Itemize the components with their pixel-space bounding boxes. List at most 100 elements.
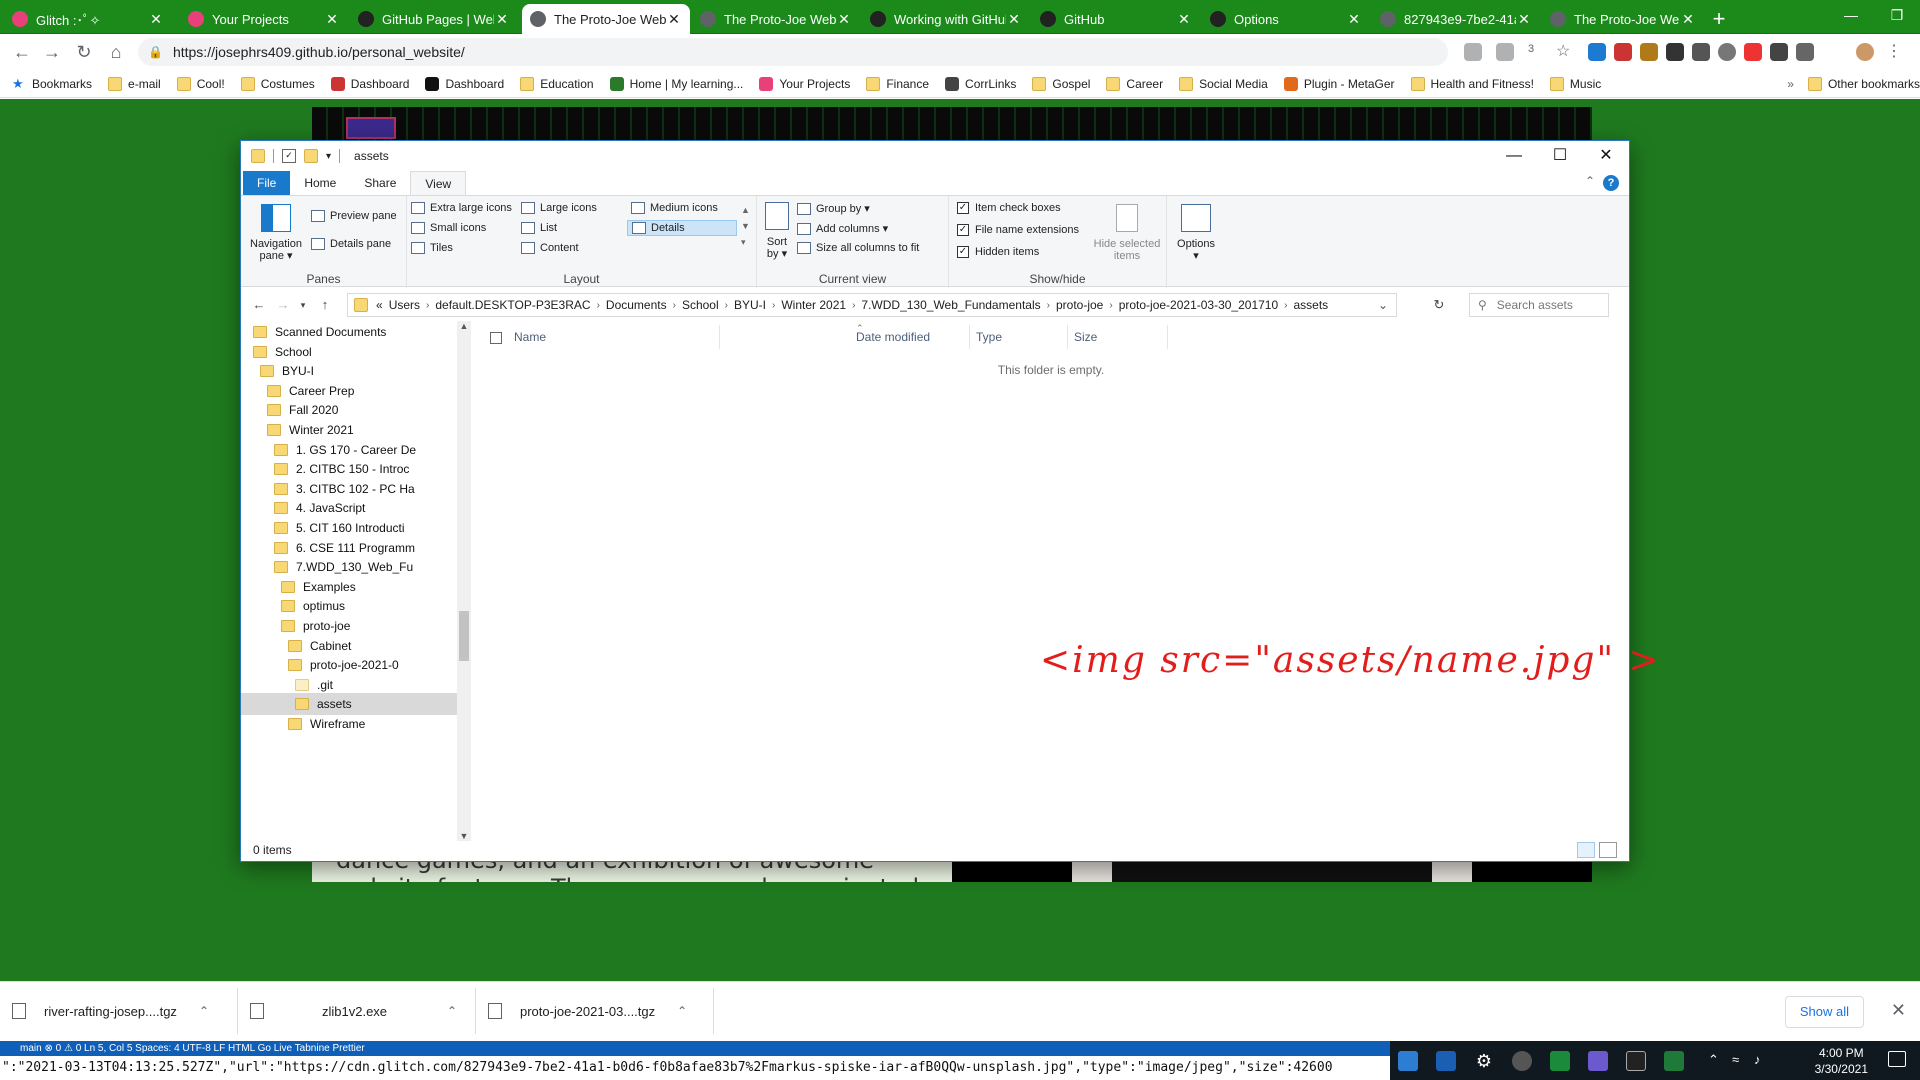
breadcrumb-segment[interactable]: Users bbox=[389, 298, 420, 312]
bookmark-item[interactable]: Dashboard bbox=[425, 76, 504, 91]
bookmark-star-icon[interactable]: ☆ bbox=[1556, 43, 1574, 61]
tab-close-icon[interactable]: ✕ bbox=[666, 11, 682, 28]
layout-list[interactable]: List bbox=[521, 222, 557, 234]
chevron-up-icon[interactable]: ⌃ bbox=[677, 1004, 687, 1018]
home-icon[interactable]: ⌂ bbox=[102, 38, 130, 66]
new-tab-button[interactable]: + bbox=[1706, 6, 1732, 32]
git-app-icon[interactable] bbox=[1588, 1051, 1608, 1071]
sourcetree-icon[interactable] bbox=[1550, 1051, 1570, 1071]
file-name-extensions-toggle[interactable]: ✓ File name extensions bbox=[957, 224, 1079, 236]
breadcrumb-segment[interactable]: default.DESKTOP-P3E3RAC bbox=[435, 298, 590, 312]
select-all-checkbox[interactable] bbox=[490, 332, 502, 344]
column-name[interactable]: Name bbox=[508, 325, 720, 349]
address-bar[interactable]: 🔒 https://josephrs409.github.io/personal… bbox=[138, 38, 1448, 66]
breadcrumb-separator-icon[interactable]: › bbox=[673, 300, 676, 311]
large-icons-view-icon[interactable] bbox=[1599, 842, 1617, 858]
breadcrumb-segment[interactable]: proto-joe bbox=[1056, 298, 1103, 312]
hide-selected-items-button[interactable]: Hide selected items bbox=[1089, 204, 1165, 262]
sort-by-button[interactable]: Sort by ▾ bbox=[761, 202, 793, 260]
profile-avatar[interactable] bbox=[1856, 43, 1874, 61]
forward-icon[interactable]: → bbox=[38, 38, 66, 66]
bookmark-item[interactable]: Your Projects bbox=[759, 76, 850, 91]
layout-details[interactable]: Details bbox=[627, 220, 737, 236]
other-bookmarks[interactable]: Other bookmarks bbox=[1807, 76, 1920, 91]
breadcrumb-separator-icon[interactable]: › bbox=[725, 300, 728, 311]
extension-icon-pen[interactable] bbox=[1692, 43, 1710, 61]
column-type[interactable]: Type bbox=[970, 325, 1068, 349]
browser-tab[interactable]: Your Projects ✕ bbox=[180, 4, 348, 34]
breadcrumb-separator-icon[interactable]: › bbox=[1109, 300, 1112, 311]
bookmark-item[interactable]: Social Media bbox=[1179, 76, 1268, 91]
chrome-menu-icon[interactable]: ⋮ bbox=[1886, 43, 1904, 61]
bookmark-item[interactable]: Education bbox=[520, 76, 594, 91]
tree-item[interactable]: Wireframe bbox=[241, 713, 471, 735]
extension-icon-lastpass[interactable] bbox=[1744, 43, 1762, 61]
download-item[interactable]: zlib1v2.exe ⌃ bbox=[238, 988, 476, 1034]
properties-icon[interactable]: ✓ bbox=[282, 149, 296, 163]
tab-close-icon[interactable]: ✕ bbox=[836, 11, 852, 28]
tab-close-icon[interactable]: ✕ bbox=[1516, 11, 1532, 28]
browser-tab[interactable]: GitHub Pages | Websi...✕ bbox=[350, 4, 518, 34]
excel-icon[interactable] bbox=[1664, 1051, 1684, 1071]
options-button[interactable]: Options ▾ bbox=[1171, 204, 1221, 262]
layout-scroll-arrows[interactable]: ▲ ▼ ▾ bbox=[741, 202, 750, 250]
extension-icon-globe[interactable] bbox=[1718, 43, 1736, 61]
bookmark-item[interactable]: ★ Bookmarks bbox=[12, 76, 92, 91]
breadcrumb-separator-icon[interactable]: › bbox=[852, 300, 855, 311]
bookmarks-overflow-icon[interactable]: » bbox=[1787, 77, 1794, 91]
download-item[interactable]: river-rafting-josep....tgz ⌃ bbox=[0, 988, 238, 1034]
wifi-icon[interactable]: ≈ bbox=[1732, 1052, 1739, 1067]
browser-tab[interactable]: 827943e9-7be2-41a...✕ bbox=[1372, 4, 1540, 34]
breadcrumb-separator-icon[interactable]: › bbox=[772, 300, 775, 311]
vpn-extension-icon[interactable] bbox=[1588, 43, 1606, 61]
layout-tiles[interactable]: Tiles bbox=[411, 242, 453, 254]
address-dropdown-icon[interactable]: ⌄ bbox=[1378, 298, 1388, 312]
tray-chevron-icon[interactable]: ⌃ bbox=[1708, 1052, 1719, 1068]
bookmark-item[interactable]: Career bbox=[1106, 76, 1163, 91]
breadcrumb-separator-icon[interactable]: › bbox=[597, 300, 600, 311]
tab-close-icon[interactable]: ✕ bbox=[148, 11, 164, 28]
tab-close-icon[interactable]: ✕ bbox=[324, 11, 340, 28]
chevron-up-icon[interactable]: ⌃ bbox=[199, 1004, 209, 1018]
breadcrumb-separator-icon[interactable]: › bbox=[426, 300, 429, 311]
volume-icon[interactable]: ♪ bbox=[1754, 1052, 1761, 1067]
extension-icon-red[interactable] bbox=[1614, 43, 1632, 61]
breadcrumb-segment[interactable]: proto-joe-2021-03-30_201710 bbox=[1119, 298, 1278, 312]
bookmark-item[interactable]: Gospel bbox=[1032, 76, 1090, 91]
tab-file[interactable]: File bbox=[243, 171, 291, 195]
tab-share[interactable]: Share bbox=[350, 171, 410, 195]
search-assets-input[interactable]: ⚲ Search assets bbox=[1469, 293, 1609, 317]
back-icon[interactable]: ← bbox=[249, 295, 269, 315]
extensions-puzzle-icon[interactable] bbox=[1796, 43, 1814, 61]
column-date-modified[interactable]: Date modified bbox=[850, 325, 970, 349]
breadcrumb-segment[interactable]: Documents bbox=[606, 298, 667, 312]
group-by-button[interactable]: Group by ▾ bbox=[797, 202, 870, 215]
forward-icon[interactable]: → bbox=[273, 295, 293, 315]
bookmark-item[interactable]: Music bbox=[1549, 76, 1601, 91]
tab-home[interactable]: Home bbox=[290, 171, 350, 195]
back-icon[interactable]: ← bbox=[8, 38, 36, 66]
browser-tab[interactable]: The Proto-Joe Websi...✕ bbox=[1542, 4, 1704, 34]
seven-zip-icon[interactable] bbox=[1626, 1051, 1646, 1071]
extension-icon-brown[interactable] bbox=[1640, 43, 1658, 61]
hidden-items-toggle[interactable]: ✓ Hidden items bbox=[957, 246, 1039, 258]
bookmark-item[interactable]: CorrLinks bbox=[945, 76, 1016, 91]
browser-tab[interactable]: Working with GitHub...✕ bbox=[862, 4, 1030, 34]
scroll-thumb[interactable] bbox=[459, 611, 469, 661]
scroll-up-icon[interactable]: ▲ bbox=[457, 321, 471, 331]
notification-icon[interactable] bbox=[1888, 1051, 1906, 1067]
up-icon[interactable]: ↑ bbox=[315, 295, 335, 315]
navigation-pane-scrollbar[interactable]: ▲ ▼ bbox=[457, 321, 471, 841]
cast-icon[interactable] bbox=[1464, 43, 1482, 61]
help-icon[interactable]: ? bbox=[1603, 175, 1619, 191]
tab-close-icon[interactable]: ✕ bbox=[1176, 11, 1192, 28]
clock[interactable]: 4:00 PM 3/30/2021 bbox=[1815, 1045, 1868, 1077]
tab-view[interactable]: View bbox=[410, 171, 467, 195]
settings-gear-icon[interactable]: ⚙ bbox=[1474, 1051, 1494, 1071]
bookmark-item[interactable]: Finance bbox=[866, 76, 929, 91]
layout-large-icons[interactable]: Large icons bbox=[521, 202, 597, 214]
explorer-minimize-button[interactable]: — bbox=[1491, 141, 1537, 171]
breadcrumb-segment[interactable]: Winter 2021 bbox=[781, 298, 846, 312]
bookmark-item[interactable]: Health and Fitness! bbox=[1410, 76, 1534, 91]
extension-icon-reader[interactable] bbox=[1770, 43, 1788, 61]
